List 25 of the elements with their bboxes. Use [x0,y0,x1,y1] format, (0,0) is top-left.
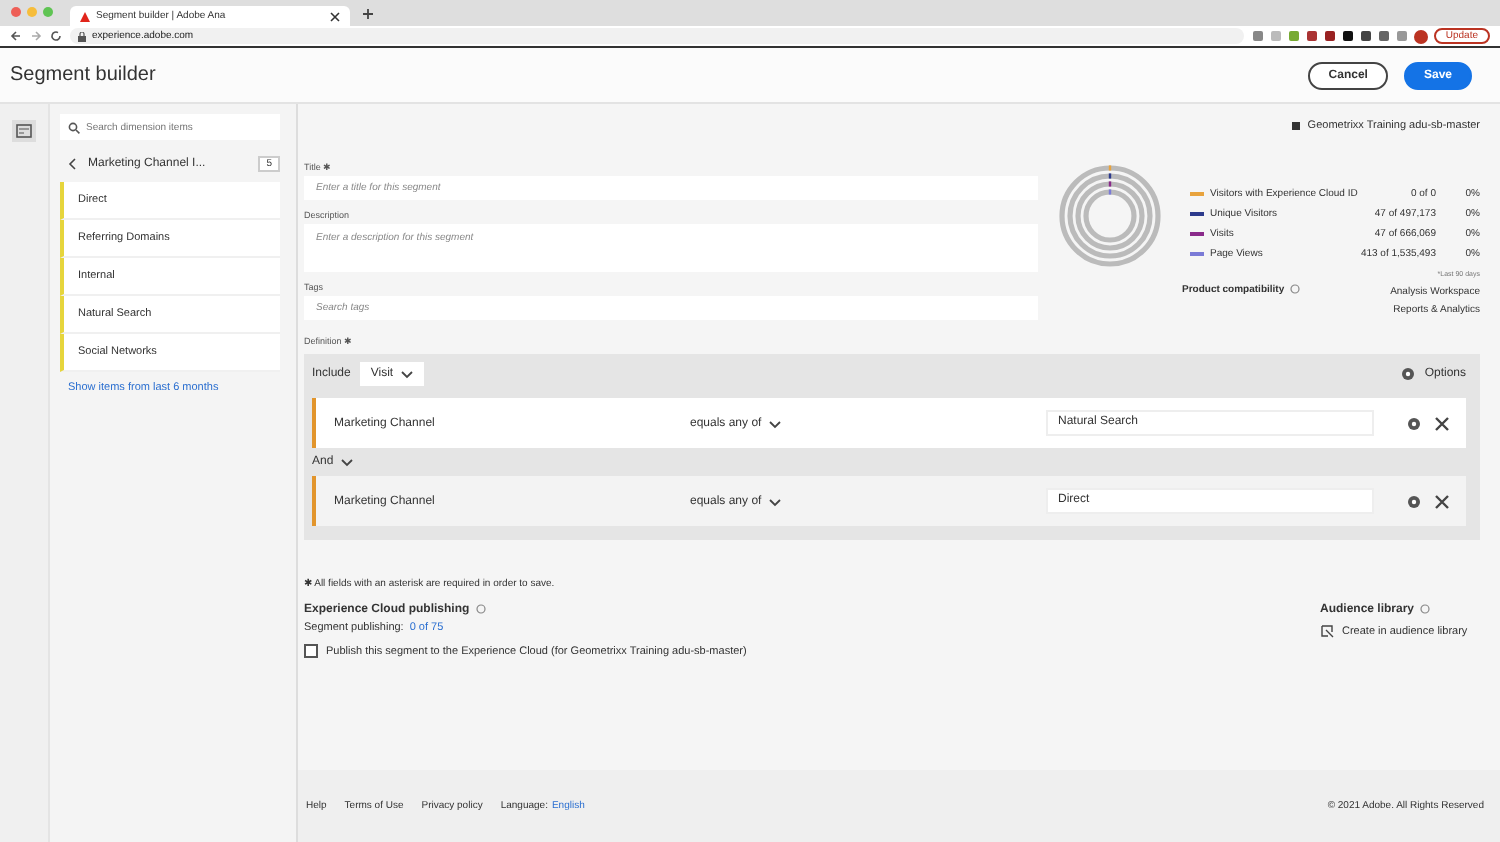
search-icon [68,121,80,133]
back-chevron-icon[interactable] [68,158,76,170]
profile-icon[interactable] [1413,29,1428,43]
lock-icon [78,31,86,41]
chevron-down-icon [767,417,782,429]
chevron-down-icon [339,456,354,468]
info-icon [1420,604,1431,614]
close-icon[interactable] [1434,415,1450,431]
close-icon[interactable] [1434,493,1450,509]
export-icon [1320,624,1334,638]
chevron-down-icon [767,495,782,507]
checkbox[interactable] [304,644,318,658]
info-icon [1290,284,1301,294]
close-icon[interactable] [330,11,340,21]
plus-icon[interactable] [362,7,374,19]
panel-icon[interactable] [12,120,36,142]
page-title: Segment builder [10,64,156,86]
chevron-down-icon [399,368,414,380]
window-controls-icon [10,5,58,17]
back-icon[interactable] [10,30,22,42]
reload-icon[interactable] [50,30,62,42]
suite-icon [1291,122,1300,130]
ring-chart-drawing [1058,164,1162,268]
adobe-logo-icon [80,11,90,21]
info-icon [475,604,486,614]
